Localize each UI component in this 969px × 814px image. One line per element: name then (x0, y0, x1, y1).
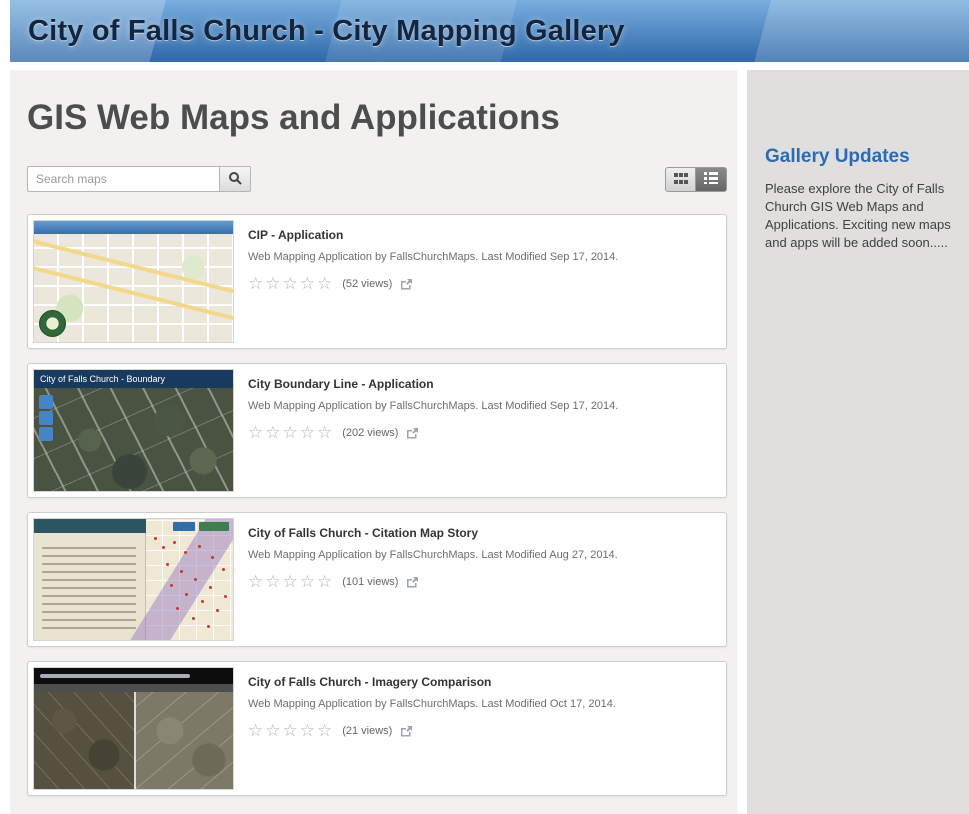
main-content: GIS Web Maps and Applications Search map… (10, 70, 737, 814)
story-panel-header-art (34, 519, 146, 533)
thumbnail-subheader-art (34, 684, 233, 692)
map-title-link[interactable]: City of Falls Church - Citation Map Stor… (248, 526, 711, 540)
zoom-controls-art (39, 395, 53, 409)
list-view-icon (704, 171, 718, 187)
open-external-icon[interactable] (400, 278, 413, 290)
city-seal-icon (39, 310, 66, 337)
thumbnail-header-text-art (40, 674, 190, 678)
search-input[interactable] (27, 166, 219, 192)
imagery-right-art (134, 692, 233, 789)
grid-view-icon (673, 172, 688, 187)
search-button[interactable] (219, 166, 251, 192)
map-description: Web Mapping Application by FallsChurchMa… (248, 251, 619, 263)
open-external-icon[interactable] (406, 576, 419, 588)
view-count: (21 views) (342, 724, 393, 737)
sidebar: Gallery Updates Please explore the City … (747, 70, 969, 814)
card-body: City Boundary Line - Application Web Map… (234, 369, 721, 492)
map-thumbnail[interactable]: City of Falls Church - Boundary (33, 369, 234, 492)
map-description: Web Mapping Application by FallsChurchMa… (248, 549, 618, 561)
map-title-link[interactable]: City of Falls Church - Imagery Compariso… (248, 675, 711, 689)
map-card-imagery: City of Falls Church - Imagery Compariso… (27, 661, 727, 796)
thumbnail-title: City of Falls Church - Boundary (34, 370, 233, 388)
card-body: City of Falls Church - Citation Map Stor… (234, 518, 721, 641)
toolbar (27, 166, 727, 192)
map-card-list: CIP - Application Web Mapping Applicatio… (27, 214, 737, 796)
rating-stars[interactable]: ☆☆☆☆☆ (248, 573, 334, 590)
thumbnail-button-art (199, 522, 229, 531)
open-external-icon[interactable] (400, 725, 413, 737)
view-toggle (665, 166, 727, 192)
map-title-link[interactable]: City Boundary Line - Application (248, 377, 711, 391)
map-card-boundary: City of Falls Church - Boundary City Bou… (27, 363, 727, 498)
view-count: (52 views) (342, 277, 393, 290)
map-card-cip: CIP - Application Web Mapping Applicatio… (27, 214, 727, 349)
view-count: (202 views) (342, 426, 399, 439)
grid-view-button[interactable] (665, 166, 696, 192)
map-thumbnail[interactable] (33, 667, 234, 790)
thumbnail-button-art (173, 522, 195, 531)
open-external-icon[interactable] (406, 427, 419, 439)
site-title: City of Falls Church - City Mapping Gall… (28, 14, 625, 47)
thumbnail-header-art (34, 221, 233, 234)
card-body: City of Falls Church - Imagery Compariso… (234, 667, 721, 790)
rating-row: ☆☆☆☆☆ (52 views) (248, 275, 711, 292)
page-title: GIS Web Maps and Applications (27, 98, 560, 137)
story-text-lines-art (42, 543, 136, 629)
map-card-citation: City of Falls Church - Citation Map Stor… (27, 512, 727, 647)
list-view-button[interactable] (696, 166, 727, 192)
rating-stars[interactable]: ☆☆☆☆☆ (248, 424, 334, 441)
content-area: GIS Web Maps and Applications Search map… (10, 70, 969, 814)
search-icon (228, 171, 242, 188)
sidebar-text: Please explore the City of Falls Church … (765, 181, 951, 250)
view-count: (101 views) (342, 575, 399, 588)
rating-row: ☆☆☆☆☆ (101 views) (248, 573, 711, 590)
rating-row: ☆☆☆☆☆ (202 views) (248, 424, 711, 441)
map-thumbnail[interactable] (33, 518, 234, 641)
map-title-link[interactable]: CIP - Application (248, 228, 711, 242)
imagery-left-art (34, 692, 134, 789)
card-body: CIP - Application Web Mapping Applicatio… (234, 220, 721, 343)
map-description: Web Mapping Application by FallsChurchMa… (248, 400, 619, 412)
sidebar-title: Gallery Updates (765, 146, 910, 167)
citation-dots-art (154, 537, 157, 540)
site-header: City of Falls Church - City Mapping Gall… (10, 0, 969, 62)
thumbnail-road-art (34, 233, 233, 305)
rating-stars[interactable]: ☆☆☆☆☆ (248, 275, 334, 292)
rating-stars[interactable]: ☆☆☆☆☆ (248, 722, 334, 739)
search-box (27, 166, 251, 192)
rating-row: ☆☆☆☆☆ (21 views) (248, 722, 711, 739)
map-thumbnail[interactable] (33, 220, 234, 343)
map-description: Web Mapping Application by FallsChurchMa… (248, 698, 616, 710)
